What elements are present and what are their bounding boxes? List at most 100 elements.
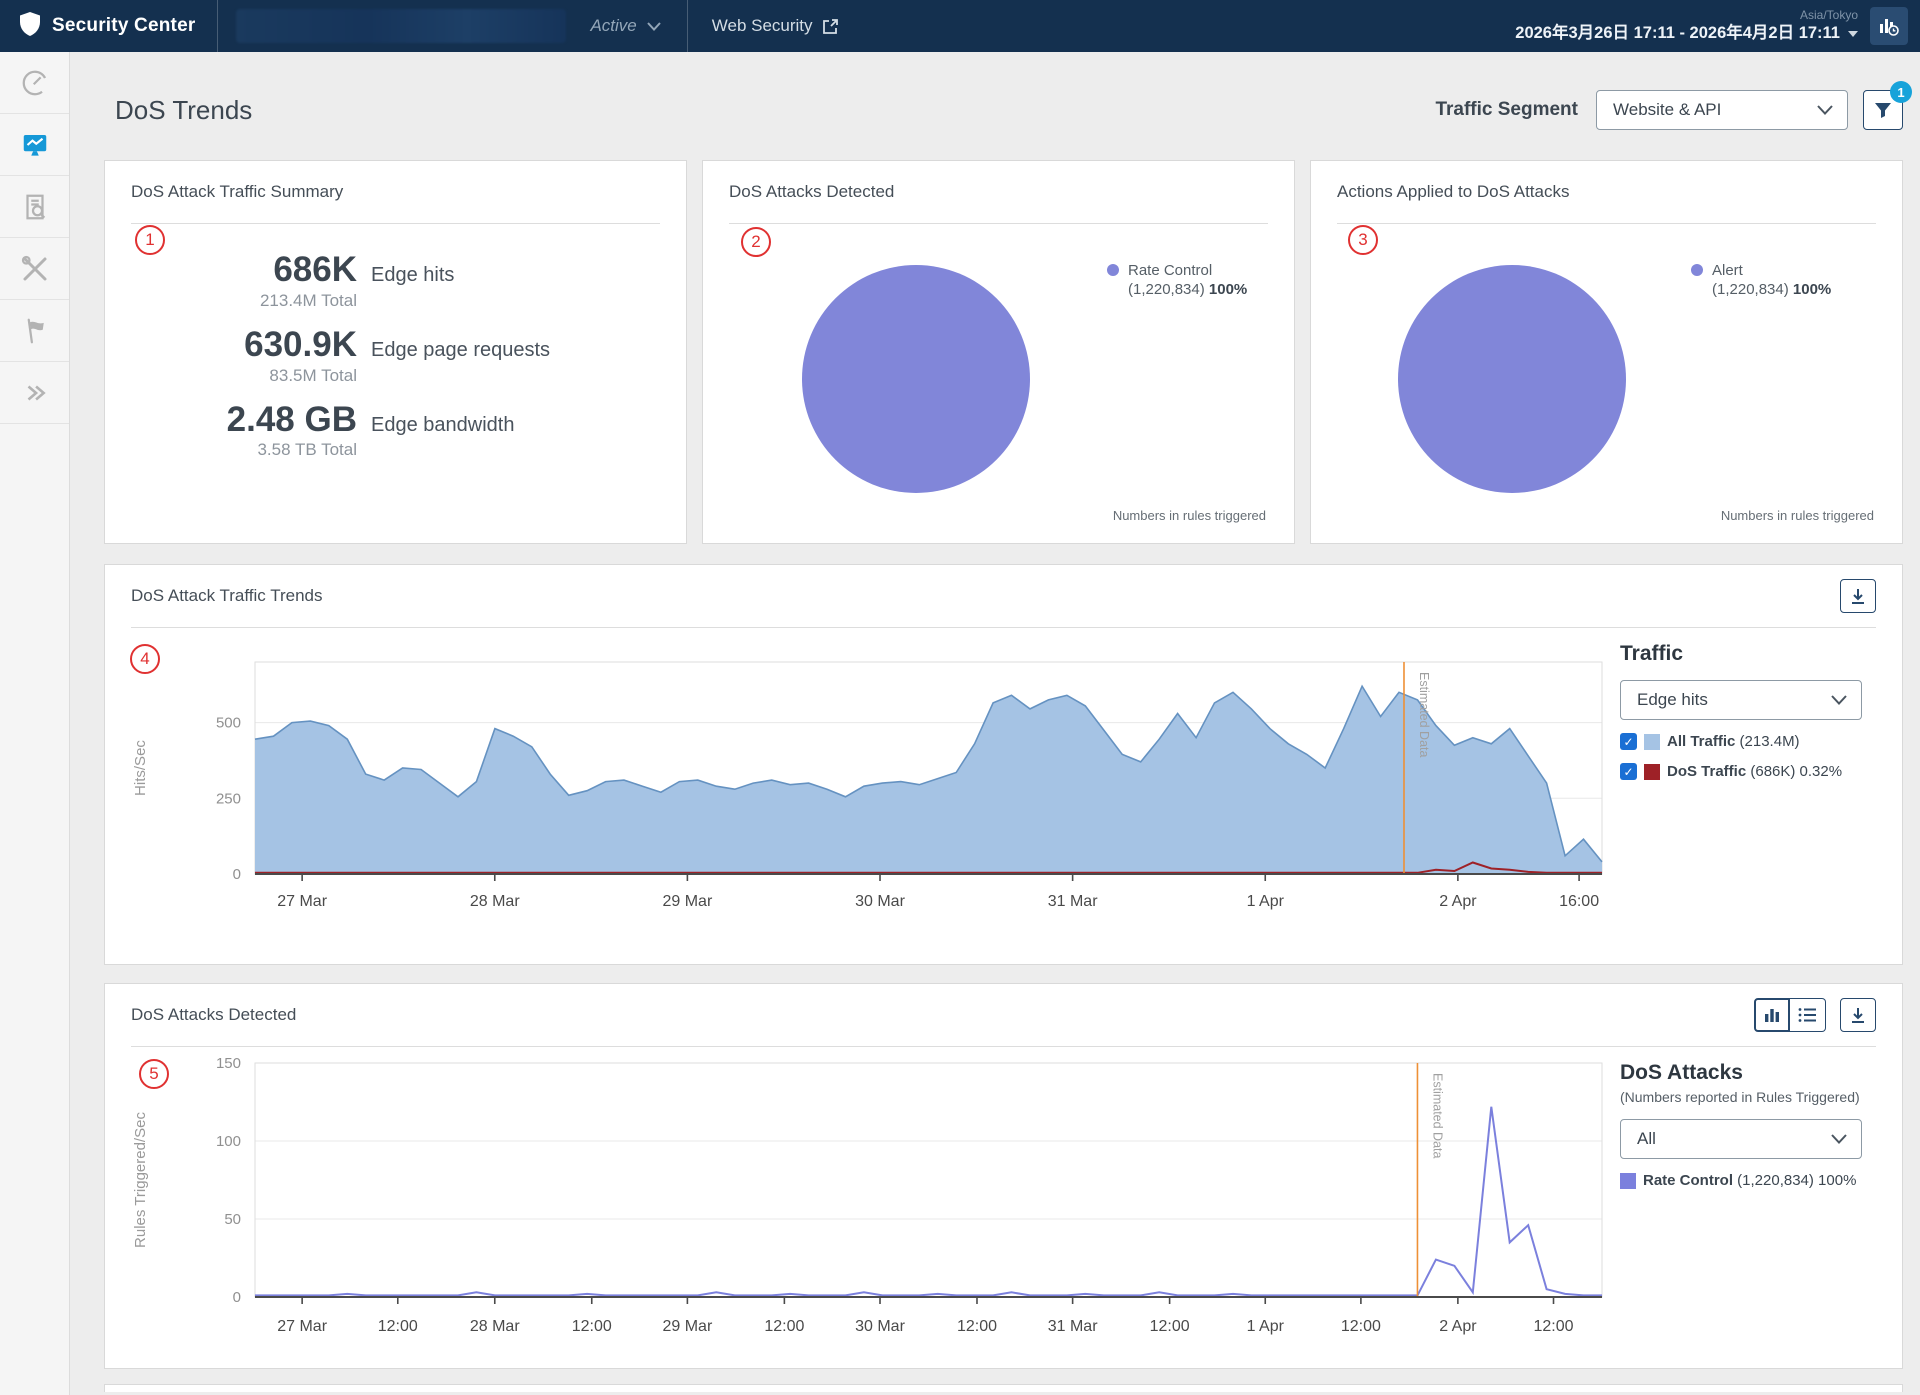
legend-dos-traffic: ✓ DoS Traffic (686K) 0.32%: [1620, 763, 1902, 780]
timezone-label: Asia/Tokyo: [1515, 8, 1858, 23]
svg-text:12:00: 12:00: [957, 1318, 997, 1335]
svg-text:27 Mar: 27 Mar: [277, 893, 327, 910]
svg-text:27 Mar: 27 Mar: [277, 1318, 327, 1335]
stat-edge-page-requests: 630.9K 83.5M Total Edge page requests: [105, 327, 686, 386]
bar-chart-icon: [1763, 1006, 1781, 1024]
flag-icon: [20, 316, 50, 346]
filter-funnel-icon: [1873, 100, 1893, 120]
svg-text:16:00: 16:00: [1559, 893, 1599, 910]
dos-attack-traffic-trends-card: DoS Attack Traffic Trends 4 Estimated Da…: [104, 564, 1903, 965]
svg-text:28 Mar: 28 Mar: [470, 893, 520, 910]
dos-attacks-line-chart[interactable]: Estimated Data27 Mar12:0028 Mar12:0029 M…: [105, 1047, 1610, 1347]
legend-value: (1,220,834): [1128, 281, 1205, 298]
traffic-trends-area-chart[interactable]: Estimated Data 27 Mar 28 Mar 29 Mar 30 Mar 31…: [105, 628, 1610, 930]
stat-value: 630.9K: [105, 327, 357, 364]
series-swatch: [1644, 734, 1660, 750]
shield-icon: [18, 11, 42, 42]
page-title: DoS Trends: [115, 95, 252, 126]
checkbox-checked-icon[interactable]: ✓: [1620, 763, 1637, 780]
svg-text:2 Apr: 2 Apr: [1439, 1318, 1477, 1335]
svg-text:12:00: 12:00: [764, 1318, 804, 1335]
sidebar-item-gauge[interactable]: [0, 52, 69, 114]
card-title: DoS Attack Traffic Trends: [131, 586, 323, 606]
download-icon: [1849, 587, 1867, 605]
alert-pie-chart[interactable]: [1398, 265, 1626, 493]
svg-text:0: 0: [233, 866, 241, 883]
svg-text:30 Mar: 30 Mar: [855, 893, 905, 910]
external-link-icon: [822, 18, 839, 35]
svg-text:31 Mar: 31 Mar: [1048, 1318, 1098, 1335]
legend-name: Alert: [1712, 261, 1831, 281]
stat-total: 213.4M Total: [105, 291, 357, 311]
annotation-5: 5: [139, 1059, 169, 1089]
sidebar-item-expand[interactable]: [0, 362, 69, 424]
download-icon: [1849, 1006, 1867, 1024]
svg-text:500: 500: [216, 715, 241, 732]
annotation-4: 4: [130, 644, 160, 674]
download-button[interactable]: [1840, 579, 1876, 613]
annotation-3: 3: [1348, 225, 1378, 255]
chevron-down-icon: [1831, 695, 1847, 705]
legend-value: (213.4M): [1740, 733, 1800, 750]
dos-attacks-detected-chart-card: DoS Attacks Detected: [104, 983, 1903, 1369]
panel-title: Traffic: [1620, 642, 1902, 666]
sidebar-item-tools[interactable]: [0, 238, 69, 300]
stat-total: 3.58 TB Total: [105, 440, 357, 460]
legend-value: (686K) 0.32%: [1750, 763, 1842, 780]
filter-button[interactable]: 1: [1863, 90, 1903, 130]
card-title: DoS Attack Traffic Summary: [131, 182, 343, 202]
config-status-label: Active: [590, 16, 636, 36]
svg-text:2 Apr: 2 Apr: [1439, 893, 1477, 910]
attack-filter-dropdown[interactable]: All: [1620, 1119, 1862, 1159]
panel-title: DoS Attacks: [1620, 1061, 1902, 1085]
legend-dot-icon: [1107, 264, 1119, 276]
configuration-selector-redacted[interactable]: [236, 9, 566, 43]
web-security-link[interactable]: Web Security: [688, 16, 863, 36]
card-title: Actions Applied to DoS Attacks: [1337, 182, 1569, 202]
download-button[interactable]: [1840, 998, 1876, 1032]
legend-name: All Traffic: [1667, 733, 1735, 750]
date-range-picker[interactable]: Asia/Tokyo 2026年3月26日 17:11 - 2026年4月2日 …: [1515, 8, 1858, 44]
pie-footnote: Numbers in rules triggered: [1113, 508, 1266, 523]
rate-control-pie-chart[interactable]: [802, 265, 1030, 493]
top-bar: Security Center Active Web Security Asia…: [0, 0, 1920, 52]
svg-text:250: 250: [216, 790, 241, 807]
traffic-segment-value: Website & API: [1613, 100, 1721, 120]
svg-text:31 Mar: 31 Mar: [1048, 893, 1098, 910]
stat-edge-bandwidth: 2.48 GB 3.58 TB Total Edge bandwidth: [105, 402, 686, 461]
traffic-segment-dropdown[interactable]: Website & API: [1596, 90, 1848, 130]
legend-all-traffic: ✓ All Traffic (213.4M): [1620, 733, 1902, 750]
report-search-icon: [20, 192, 50, 222]
svg-text:28 Mar: 28 Mar: [470, 1318, 520, 1335]
legend-name: Rate Control: [1643, 1172, 1733, 1189]
config-status-dropdown[interactable]: Active: [584, 16, 686, 36]
svg-text:Estimated Data: Estimated Data: [1417, 672, 1431, 758]
stat-label: Edge page requests: [371, 339, 550, 362]
svg-text:100: 100: [216, 1133, 241, 1150]
traffic-metric-dropdown[interactable]: Edge hits: [1620, 680, 1862, 720]
chevron-down-icon: [1831, 1134, 1847, 1144]
pie-legend: Rate Control (1,220,834) 100%: [1107, 261, 1247, 298]
series-swatch: [1644, 764, 1660, 780]
legend-value: (1,220,834): [1712, 281, 1789, 298]
checkbox-checked-icon[interactable]: ✓: [1620, 733, 1637, 750]
main-content: DoS Trends Traffic Segment Website & API…: [70, 52, 1920, 1392]
sidebar-item-reports[interactable]: [0, 176, 69, 238]
list-view-button[interactable]: [1790, 998, 1826, 1032]
divider: [729, 223, 1268, 224]
svg-text:29 Mar: 29 Mar: [662, 893, 712, 910]
report-time-button[interactable]: [1870, 7, 1908, 45]
chart-view-button[interactable]: [1754, 998, 1790, 1032]
legend-pct: 100%: [1793, 281, 1831, 298]
sidebar-item-flags[interactable]: [0, 300, 69, 362]
double-chevron-right-icon: [22, 380, 48, 406]
traffic-segment-label: Traffic Segment: [1435, 99, 1578, 121]
pie-legend: Alert (1,220,834) 100%: [1691, 261, 1831, 298]
svg-text:50: 50: [224, 1211, 241, 1228]
card-title: DoS Attacks Detected: [131, 1005, 296, 1025]
annotation-2: 2: [741, 227, 771, 257]
svg-text:12:00: 12:00: [378, 1318, 418, 1335]
filter-count-badge: 1: [1890, 81, 1912, 103]
sidebar-item-trends[interactable]: [0, 114, 69, 176]
legend-name: Rate Control: [1128, 261, 1247, 281]
